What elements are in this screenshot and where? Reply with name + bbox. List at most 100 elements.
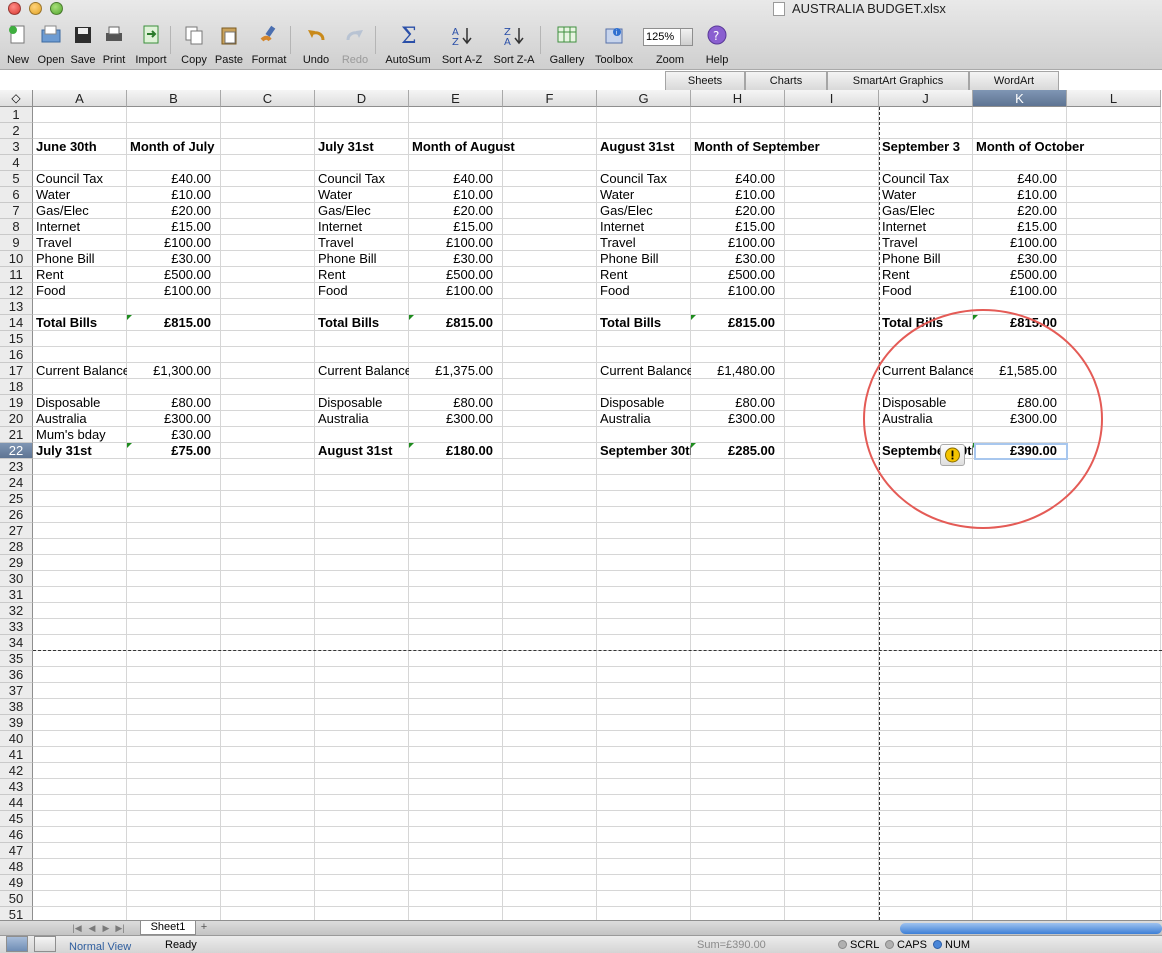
row-header-18[interactable]: 18 (0, 379, 33, 395)
cell-g19[interactable]: Disposable (597, 395, 691, 411)
row-header-30[interactable]: 30 (0, 571, 33, 587)
gallery-button[interactable]: Gallery (546, 24, 588, 68)
cell-k3[interactable]: Month of October (973, 139, 1084, 155)
print-button[interactable]: Print (99, 24, 129, 68)
horizontal-scrollbar[interactable] (900, 923, 1162, 934)
minimize-window-button[interactable] (29, 2, 42, 15)
close-window-button[interactable] (8, 2, 21, 15)
chevron-down-icon[interactable] (680, 29, 692, 45)
cell-g8[interactable]: Internet (597, 219, 691, 235)
column-header-k[interactable]: K (973, 90, 1067, 107)
cell-e20[interactable]: £300.00 (409, 411, 503, 427)
row-header-42[interactable]: 42 (0, 763, 33, 779)
zoom-window-button[interactable] (50, 2, 63, 15)
column-header-f[interactable]: F (503, 90, 597, 107)
row-header-4[interactable]: 4 (0, 155, 33, 171)
save-button[interactable]: Save (70, 24, 96, 68)
column-header-b[interactable]: B (127, 90, 221, 107)
cell-b12[interactable]: £100.00 (127, 283, 221, 299)
cell-b20[interactable]: £300.00 (127, 411, 221, 427)
sort-za-button[interactable]: Z A Sort Z-A (489, 24, 539, 68)
worksheet-grid[interactable]: ◇ ABCDEFGHIJKL 1 2 3 4 5 6 7 8 9 10 11 12 13 14 15 16 17… (0, 90, 1162, 920)
last-sheet-icon[interactable]: ▶| (115, 922, 125, 934)
cell-b11[interactable]: £500.00 (127, 267, 221, 283)
cell-g20[interactable]: Australia (597, 411, 691, 427)
column-header-c[interactable]: C (221, 90, 315, 107)
row-header-19[interactable]: 19 (0, 395, 33, 411)
cell-k5[interactable]: £40.00 (973, 171, 1067, 187)
cell-k7[interactable]: £20.00 (973, 203, 1067, 219)
cell-g10[interactable]: Phone Bill (597, 251, 691, 267)
row-header-46[interactable]: 46 (0, 827, 33, 843)
cell-d12[interactable]: Food (315, 283, 409, 299)
new-button[interactable]: New (4, 24, 32, 68)
cell-h17[interactable]: £1,480.00 (691, 363, 785, 379)
cell-b21[interactable]: £30.00 (127, 427, 221, 443)
row-header-39[interactable]: 39 (0, 715, 33, 731)
sort-az-button[interactable]: A Z Sort A-Z (437, 24, 487, 68)
cell-a11[interactable]: Rent (33, 267, 127, 283)
row-header-47[interactable]: 47 (0, 843, 33, 859)
add-sheet-button[interactable]: + (198, 922, 210, 934)
row-header-40[interactable]: 40 (0, 731, 33, 747)
error-warning-icon[interactable] (940, 444, 965, 466)
row-header-27[interactable]: 27 (0, 523, 33, 539)
row-header-37[interactable]: 37 (0, 683, 33, 699)
row-header-44[interactable]: 44 (0, 795, 33, 811)
cell-j11[interactable]: Rent (879, 267, 973, 283)
row-header-15[interactable]: 15 (0, 331, 33, 347)
cell-h10[interactable]: £30.00 (691, 251, 785, 267)
cell-d10[interactable]: Phone Bill (315, 251, 409, 267)
cell-h6[interactable]: £10.00 (691, 187, 785, 203)
row-header-7[interactable]: 7 (0, 203, 33, 219)
cell-g9[interactable]: Travel (597, 235, 691, 251)
row-header-3[interactable]: 3 (0, 139, 33, 155)
cell-d19[interactable]: Disposable (315, 395, 409, 411)
normal-view-button[interactable] (6, 936, 28, 952)
zoom-select[interactable]: 125% (643, 28, 693, 46)
row-header-33[interactable]: 33 (0, 619, 33, 635)
cell-g6[interactable]: Water (597, 187, 691, 203)
cell-k9[interactable]: £100.00 (973, 235, 1067, 251)
cell-d3[interactable]: July 31st (315, 139, 409, 155)
row-header-34[interactable]: 34 (0, 635, 33, 651)
cell-d22[interactable]: August 31st (315, 443, 409, 459)
cell-e3[interactable]: Month of August (409, 139, 515, 155)
cell-e11[interactable]: £500.00 (409, 267, 503, 283)
row-header-16[interactable]: 16 (0, 347, 33, 363)
tab-smartart-graphics[interactable]: SmartArt Graphics (827, 71, 969, 90)
toolbox-button[interactable]: i Toolbox (590, 24, 638, 68)
cell-h3[interactable]: Month of September (691, 139, 820, 155)
row-header-31[interactable]: 31 (0, 587, 33, 603)
cell-e10[interactable]: £30.00 (409, 251, 503, 267)
cell-d17[interactable]: Current Balance (315, 363, 409, 379)
cell-a22[interactable]: July 31st (33, 443, 127, 459)
cell-h7[interactable]: £20.00 (691, 203, 785, 219)
cell-b10[interactable]: £30.00 (127, 251, 221, 267)
cell-d11[interactable]: Rent (315, 267, 409, 283)
cell-e6[interactable]: £10.00 (409, 187, 503, 203)
row-header-20[interactable]: 20 (0, 411, 33, 427)
cell-b3[interactable]: Month of July (127, 139, 221, 155)
cell-k12[interactable]: £100.00 (973, 283, 1067, 299)
cell-e12[interactable]: £100.00 (409, 283, 503, 299)
previous-sheet-icon[interactable]: ◀ (87, 922, 97, 934)
cell-j9[interactable]: Travel (879, 235, 973, 251)
copy-button[interactable]: Copy (178, 24, 210, 68)
cell-j10[interactable]: Phone Bill (879, 251, 973, 267)
row-header-1[interactable]: 1 (0, 107, 33, 123)
row-header-17[interactable]: 17 (0, 363, 33, 379)
row-header-22[interactable]: 22 (0, 443, 33, 459)
row-header-8[interactable]: 8 (0, 219, 33, 235)
column-header-d[interactable]: D (315, 90, 409, 107)
next-sheet-icon[interactable]: ▶ (101, 922, 111, 934)
cell-k10[interactable]: £30.00 (973, 251, 1067, 267)
cell-a21[interactable]: Mum's bday (33, 427, 127, 443)
cell-k8[interactable]: £15.00 (973, 219, 1067, 235)
row-header-50[interactable]: 50 (0, 891, 33, 907)
select-all-corner[interactable]: ◇ (0, 90, 33, 107)
row-header-45[interactable]: 45 (0, 811, 33, 827)
cell-a5[interactable]: Council Tax (33, 171, 127, 187)
row-header-13[interactable]: 13 (0, 299, 33, 315)
row-header-26[interactable]: 26 (0, 507, 33, 523)
